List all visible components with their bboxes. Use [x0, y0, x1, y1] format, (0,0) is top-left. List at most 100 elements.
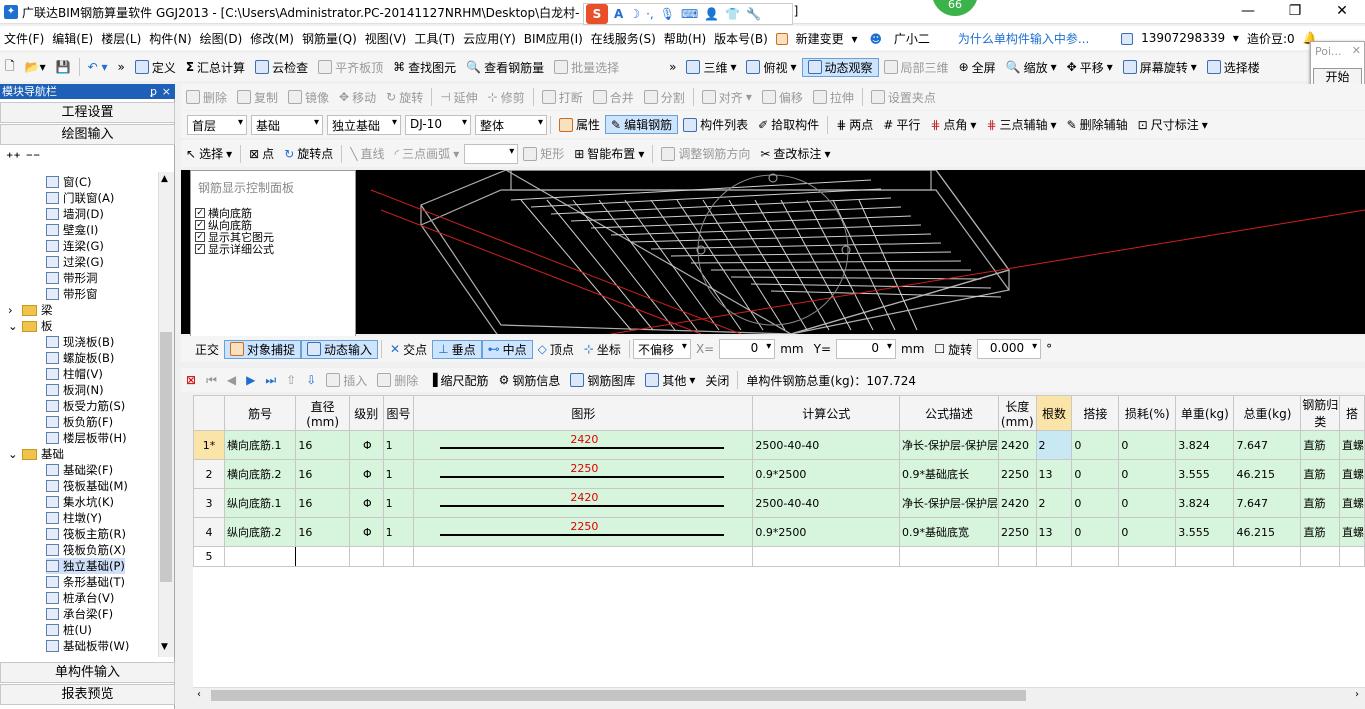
more-chevron-icon-2[interactable]: »: [664, 60, 681, 74]
dimension-button[interactable]: ⊡ 尺寸标注 ▾: [1133, 116, 1213, 133]
fullscreen-button[interactable]: ⊕ 全屏: [954, 59, 1001, 76]
cell-loss[interactable]: 0: [1118, 488, 1177, 518]
y-input[interactable]: 0: [836, 339, 896, 359]
tree-folder[interactable]: ⌄ 基础: [8, 446, 64, 462]
move-up-icon[interactable]: ⇧: [281, 373, 301, 387]
cell-len[interactable]: 2250: [998, 517, 1037, 547]
column-header[interactable]: 搭接: [1071, 395, 1120, 431]
empty-cell[interactable]: [1035, 546, 1073, 567]
perpendicular-button[interactable]: ⊥ 垂点: [432, 339, 482, 359]
table-close-icon[interactable]: ⊠: [181, 373, 201, 387]
tree-item[interactable]: 柱帽(V): [46, 366, 103, 382]
cell-lap[interactable]: 0: [1071, 517, 1120, 547]
menu-edit[interactable]: 编辑(E): [48, 30, 97, 47]
minimize-icon[interactable]: —: [1225, 0, 1271, 24]
cell-name[interactable]: 横向底筋.2: [223, 459, 297, 489]
first-record-icon[interactable]: ⏮: [201, 373, 222, 388]
component-name-select[interactable]: DJ-10: [405, 114, 471, 135]
zoom-button[interactable]: 🔍 缩放 ▾: [1001, 59, 1062, 76]
cell-fig[interactable]: 1: [382, 430, 415, 460]
chevron-down-icon[interactable]: ⌄: [8, 318, 18, 334]
pin-icon[interactable]: ꝑ: [150, 84, 157, 99]
delete-row-button[interactable]: 删除: [372, 372, 423, 389]
save-icon[interactable]: 💾: [51, 60, 76, 74]
cell-loss[interactable]: 0: [1118, 430, 1177, 460]
cell-shape[interactable]: 2250: [413, 459, 754, 489]
merge-button[interactable]: 合并: [588, 89, 639, 106]
table-row[interactable]: 4 纵向底筋.2 16 Φ 1 2250 0.9*2500 0.9*基础底宽 2250 13 0 0 3…: [193, 517, 1365, 547]
empty-cell[interactable]: [295, 546, 350, 567]
empty-cell[interactable]: [1071, 546, 1120, 567]
cell-shape[interactable]: 2250: [413, 517, 754, 547]
cell-fig[interactable]: 1: [382, 517, 415, 547]
local-3d-button[interactable]: 局部三维: [879, 59, 954, 76]
tree-item[interactable]: 筏板主筋(R): [46, 526, 126, 542]
cell-loss[interactable]: 0: [1118, 459, 1177, 489]
arc-mode-select[interactable]: [464, 143, 519, 164]
cell-fig[interactable]: 1: [382, 459, 415, 489]
expand-all-icon[interactable]: ⁺⁺ ⁻⁻: [6, 150, 40, 166]
menu-version[interactable]: 版本号(B): [710, 30, 772, 47]
cell-total[interactable]: 46.215: [1233, 517, 1302, 547]
tree-scrollbar[interactable]: ▲ ▼: [158, 172, 174, 657]
checkbox-show-formula[interactable]: ✓ 显示详细公式: [195, 241, 274, 257]
cell-shape[interactable]: 2420: [413, 430, 754, 460]
component-list-button[interactable]: 构件列表: [678, 116, 753, 133]
cell-cls[interactable]: 直筋: [1300, 430, 1340, 460]
tree-item[interactable]: 集水坑(K): [46, 494, 114, 510]
column-header[interactable]: 单重(kg): [1175, 395, 1235, 431]
moon-icon[interactable]: ☽: [629, 7, 640, 21]
cell-desc[interactable]: 0.9*基础底长: [899, 459, 999, 489]
empty-cell[interactable]: [1175, 546, 1235, 567]
offset-select[interactable]: 不偏移: [632, 339, 691, 359]
empty-cell[interactable]: [1118, 546, 1177, 567]
help-question-link[interactable]: 为什么单构件输入中参...: [954, 30, 1093, 47]
dynamic-input-button[interactable]: 动态输入: [301, 339, 379, 359]
tree-folder[interactable]: ⌄ 板: [8, 318, 53, 334]
cell-grade[interactable]: Φ: [348, 430, 384, 460]
delete-aux-button[interactable]: ✎ 删除辅轴: [1062, 116, 1133, 133]
menu-cloud[interactable]: 云应用(Y): [459, 30, 520, 47]
column-header[interactable]: 搭: [1339, 395, 1365, 431]
cell-formula[interactable]: 0.9*2500: [752, 459, 901, 489]
row-number[interactable]: 3: [193, 488, 225, 518]
point-angle-button[interactable]: ⋕ 点角 ▾: [925, 116, 981, 133]
cell-count[interactable]: 2: [1035, 488, 1073, 518]
checkbox-checked-icon[interactable]: ✓: [195, 244, 205, 254]
view-rebar-qty-button[interactable]: 🔍 查看钢筋量: [461, 59, 549, 76]
smart-layout-button[interactable]: ⊞ 智能布置 ▾: [569, 145, 649, 162]
rotate-button[interactable]: ↻ 旋转: [381, 89, 428, 106]
column-header[interactable]: 根数: [1035, 395, 1073, 431]
pan-button[interactable]: ✥ 平移 ▾: [1062, 59, 1118, 76]
cell-total[interactable]: 7.647: [1233, 488, 1302, 518]
coordinate-button[interactable]: ⊹ 坐标: [579, 341, 626, 358]
scroll-right-icon[interactable]: ›: [1355, 689, 1359, 700]
undo-icon[interactable]: ↶ ▾: [83, 60, 113, 74]
insert-button[interactable]: 插入: [321, 372, 372, 389]
empty-cell[interactable]: [382, 546, 415, 567]
menu-online[interactable]: 在线服务(S): [587, 30, 660, 47]
scroll-up-icon[interactable]: ▲: [161, 174, 168, 184]
rebar-info-button[interactable]: ⚙ 钢筋信息: [494, 372, 566, 389]
select-button[interactable]: ↖ 选择 ▾: [181, 145, 237, 162]
rectangle-button[interactable]: 矩形: [518, 145, 569, 162]
cell-dia[interactable]: 16: [295, 430, 350, 460]
column-header[interactable]: 长度(mm): [998, 395, 1037, 431]
scroll-thumb[interactable]: [160, 332, 172, 582]
select-floor-button[interactable]: 选择楼: [1202, 59, 1265, 76]
rotate-input[interactable]: 0.000: [977, 339, 1042, 359]
cell-lap[interactable]: 0: [1071, 488, 1120, 518]
rotate-point-button[interactable]: ↻ 旋转点: [279, 145, 338, 162]
point-button[interactable]: ⊠ 点: [244, 145, 279, 162]
panel-close-icon[interactable]: ×: [162, 84, 171, 99]
scroll-left-icon[interactable]: ‹: [197, 689, 201, 700]
tree-item[interactable]: 壁龛(I): [46, 222, 98, 238]
column-header[interactable]: 图号: [382, 395, 415, 431]
tree-item[interactable]: 板洞(N): [46, 382, 104, 398]
cell-unit[interactable]: 3.555: [1175, 459, 1235, 489]
tree-item[interactable]: 条形基础(T): [46, 574, 125, 590]
midpoint-button[interactable]: ⊷ 中点: [481, 339, 533, 359]
cell-desc[interactable]: 0.9*基础底宽: [899, 517, 999, 547]
screen-rotate-button[interactable]: 屏幕旋转 ▾: [1118, 59, 1202, 76]
sum-calc-button[interactable]: Σ 汇总计算: [181, 59, 250, 76]
